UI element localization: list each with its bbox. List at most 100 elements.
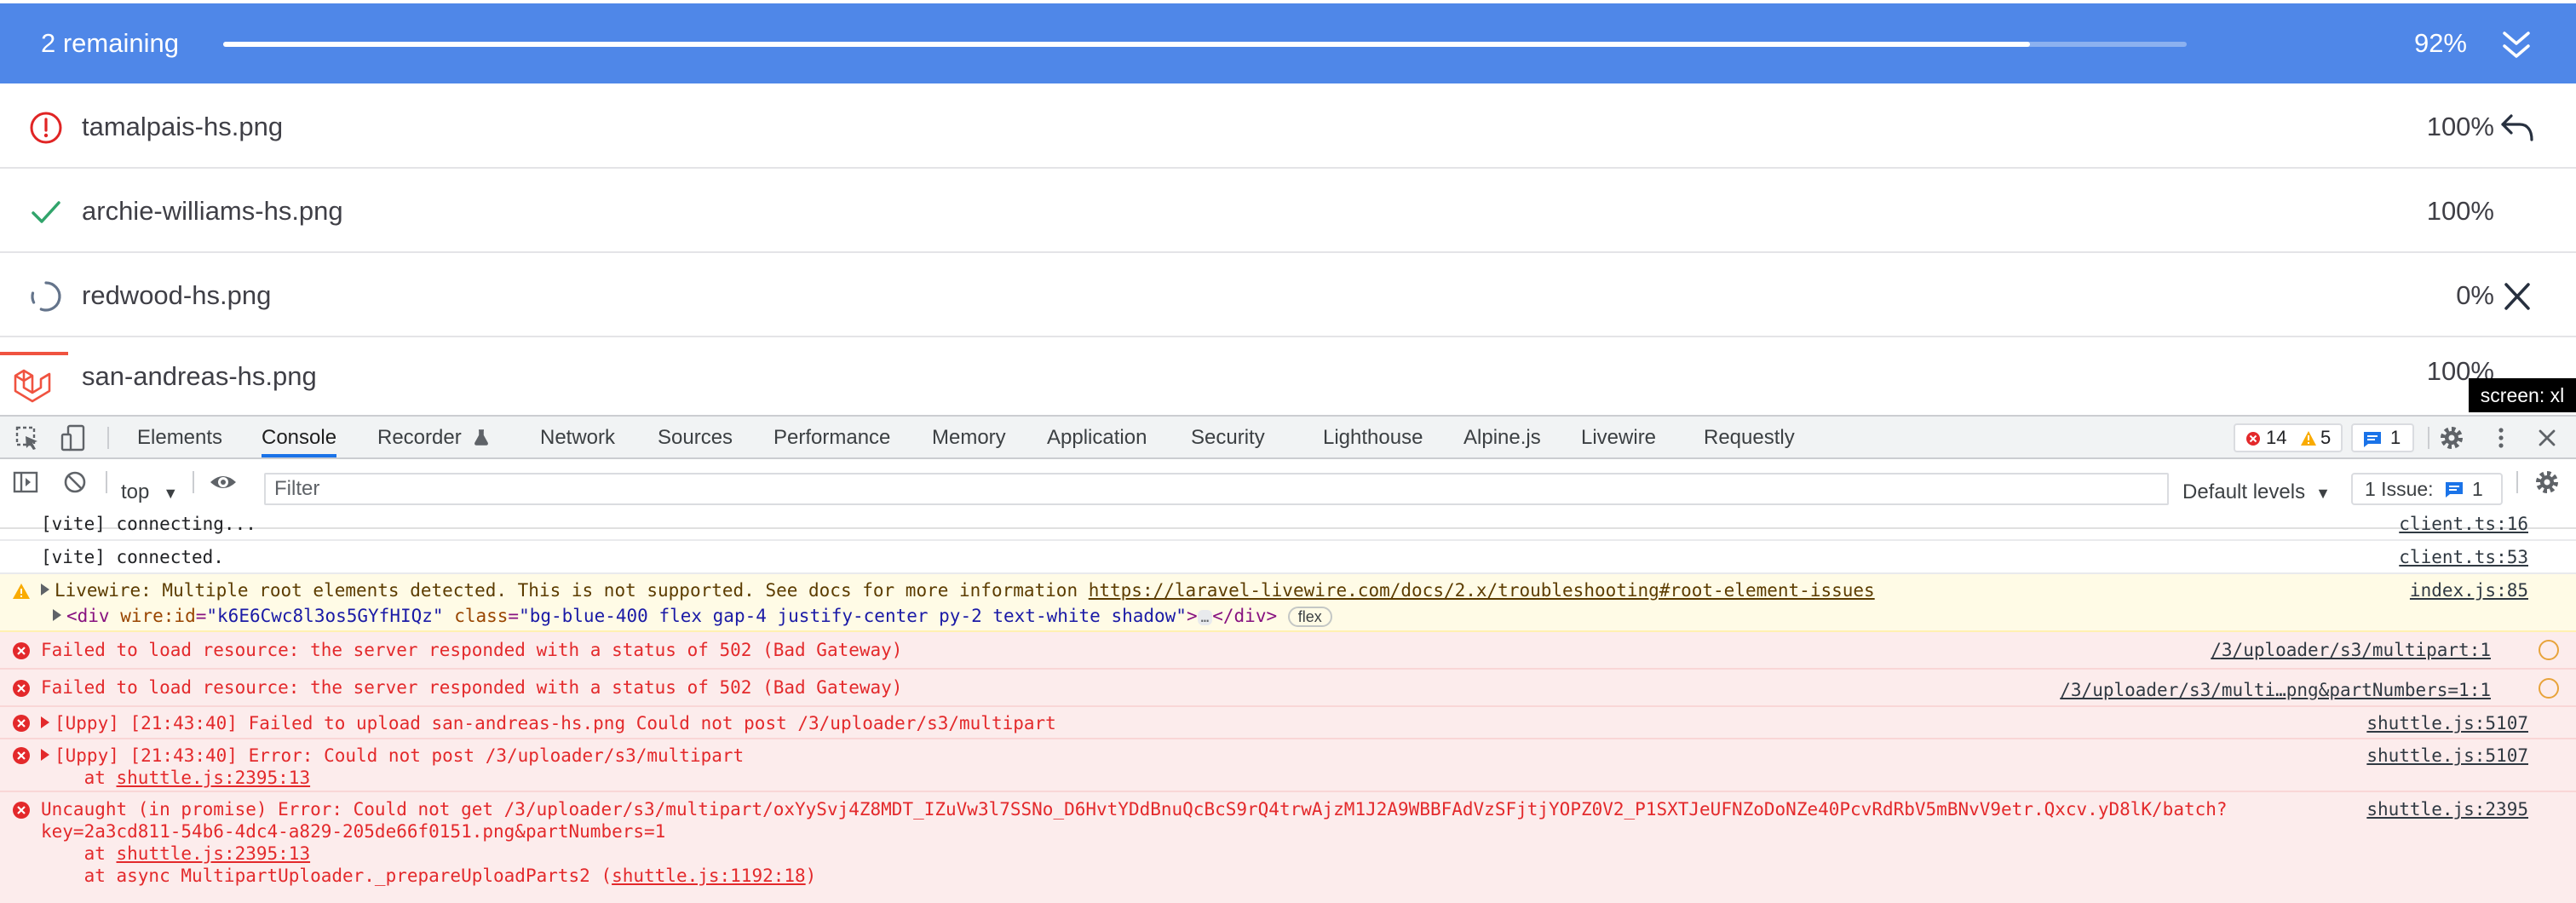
console-error: [Uppy] [21:43:40] Error: Could not post … bbox=[0, 739, 2576, 792]
message-source-link[interactable]: client.ts:16 bbox=[2399, 514, 2528, 534]
issues-label: 1 Issue: bbox=[2365, 478, 2434, 500]
inspect-element-icon[interactable] bbox=[12, 423, 43, 453]
issues-button[interactable]: 1 Issue: 1 bbox=[2351, 473, 2503, 505]
close-devtools-icon[interactable] bbox=[2532, 423, 2562, 453]
toolbar-divider bbox=[107, 427, 109, 449]
file-percent: 100% bbox=[2426, 112, 2494, 141]
overall-progress-bar bbox=[223, 42, 2187, 47]
message-source-link[interactable]: /3/uploader/s3/multipart:1 bbox=[2211, 640, 2491, 660]
network-request-icon[interactable] bbox=[2539, 678, 2559, 699]
issue-message-icon bbox=[2446, 482, 2463, 498]
expand-triangle-icon[interactable] bbox=[41, 716, 49, 728]
tab-recorder[interactable]: Recorder bbox=[377, 417, 489, 459]
message-source-link[interactable]: shuttle.js:5107 bbox=[2366, 713, 2528, 733]
stack-prefix: at bbox=[41, 768, 117, 788]
file-name: san-andreas-hs.png bbox=[82, 361, 317, 391]
toolbar-divider bbox=[2516, 471, 2518, 493]
more-options-icon[interactable] bbox=[2486, 423, 2516, 453]
tab-lighthouse[interactable]: Lighthouse bbox=[1323, 417, 1423, 459]
file-name: tamalpais-hs.png bbox=[82, 112, 284, 141]
tab-memory[interactable]: Memory bbox=[932, 417, 1006, 459]
error-text-line: [Uppy] [21:43:40] Failed to upload san-a… bbox=[41, 713, 1056, 733]
tab-sources[interactable]: Sources bbox=[658, 417, 733, 459]
tab-network[interactable]: Network bbox=[540, 417, 615, 459]
expand-triangle-icon[interactable] bbox=[53, 609, 61, 621]
devtools-tab-bar: Elements Console Recorder Network Source… bbox=[0, 417, 2576, 459]
error-count: 14 bbox=[2266, 427, 2287, 448]
settings-gear-icon[interactable] bbox=[2436, 423, 2467, 453]
clear-console-icon[interactable] bbox=[60, 467, 90, 498]
dom-attr-name: class bbox=[454, 606, 509, 626]
dom-close-tag: </div> bbox=[1212, 606, 1278, 626]
retry-icon[interactable] bbox=[2499, 111, 2535, 145]
dom-open-tag: <div bbox=[66, 606, 121, 626]
stack-link[interactable]: shuttle.js:2395:13 bbox=[117, 843, 311, 864]
flex-badge[interactable]: flex bbox=[1287, 607, 1332, 627]
message-icon bbox=[2364, 432, 2381, 447]
message-text: [vite] connected. bbox=[41, 547, 224, 567]
dropdown-arrow-icon: ▼ bbox=[163, 485, 179, 502]
spinner-icon bbox=[31, 281, 61, 312]
stack-prefix: at bbox=[41, 843, 117, 864]
tab-application[interactable]: Application bbox=[1047, 417, 1147, 459]
message-source-link[interactable]: index.js:85 bbox=[2410, 580, 2528, 601]
warning-message: Livewire: Multiple root elements detecte… bbox=[55, 580, 1089, 601]
tab-requestly[interactable]: Requestly bbox=[1704, 417, 1795, 459]
stack-frame: at shuttle.js:2395:13 bbox=[41, 768, 311, 788]
dom-attr-value: "k6E6Cwc8l3os5GYfHIQz" bbox=[206, 606, 444, 626]
tab-elements[interactable]: Elements bbox=[137, 417, 222, 459]
error-text: [Uppy] [21:43:40] Failed to upload san-a… bbox=[55, 713, 1056, 733]
stack-frame: at shuttle.js:2395:13 bbox=[41, 843, 311, 864]
error-text-line: [Uppy] [21:43:40] Error: Could not post … bbox=[41, 745, 744, 766]
error-icon bbox=[13, 680, 30, 697]
device-toolbar-icon[interactable] bbox=[58, 423, 89, 453]
experiment-flask-icon bbox=[474, 429, 489, 446]
dom-attr-value: "bg-blue-400 flex gap-4 justify-center p… bbox=[519, 606, 1187, 626]
stack-frame: at async MultipartUploader._prepareUploa… bbox=[41, 866, 817, 886]
console-filter-input[interactable] bbox=[264, 473, 2169, 505]
tab-security[interactable]: Security bbox=[1191, 417, 1265, 459]
dom-node-preview[interactable]: <div wire:id="k6E6Cwc8l3os5GYfHIQz" clas… bbox=[53, 606, 1332, 627]
console-error: [Uppy] [21:43:40] Failed to upload san-a… bbox=[0, 707, 2576, 739]
laravel-debugbar-badge[interactable] bbox=[0, 352, 68, 415]
warning-text-line: Livewire: Multiple root elements detecte… bbox=[41, 580, 1875, 601]
stack-link[interactable]: shuttle.js:2395:13 bbox=[117, 768, 311, 788]
file-percent: 0% bbox=[2456, 280, 2494, 310]
context-selector[interactable]: top ▼ bbox=[121, 480, 178, 504]
tab-livewire[interactable]: Livewire bbox=[1581, 417, 1656, 459]
error-icon bbox=[2246, 432, 2260, 446]
console-error: Uncaught (in promise) Error: Could not g… bbox=[0, 792, 2576, 903]
dom-space bbox=[444, 606, 455, 626]
docs-link[interactable]: https://laravel-livewire.com/docs/2.x/tr… bbox=[1089, 580, 1875, 601]
tab-performance[interactable]: Performance bbox=[773, 417, 890, 459]
tab-alpinejs[interactable]: Alpine.js bbox=[1463, 417, 1541, 459]
remaining-count: 2 remaining bbox=[41, 28, 179, 58]
log-levels-dropdown[interactable]: Default levels ▼ bbox=[2182, 480, 2331, 504]
stack-link[interactable]: shuttle.js:1192:18 bbox=[612, 866, 806, 886]
error-icon bbox=[13, 715, 30, 732]
error-text: Failed to load resource: the server resp… bbox=[41, 677, 903, 698]
checkmark-icon bbox=[32, 201, 60, 223]
message-source-link[interactable]: shuttle.js:5107 bbox=[2366, 745, 2528, 766]
network-request-icon[interactable] bbox=[2539, 640, 2559, 660]
tab-console[interactable]: Console bbox=[262, 417, 337, 457]
expand-triangle-icon[interactable] bbox=[41, 749, 49, 761]
message-counter[interactable]: 1 bbox=[2351, 423, 2414, 452]
error-circle-icon bbox=[30, 112, 62, 144]
expand-triangle-icon[interactable] bbox=[41, 584, 49, 595]
collapsed-children-ellipsis[interactable]: … bbox=[1197, 610, 1213, 625]
console-settings-gear-icon[interactable] bbox=[2532, 467, 2562, 498]
error-warning-counter[interactable]: 14 5 bbox=[2234, 423, 2343, 452]
error-text: Uncaught (in promise) Error: Could not g… bbox=[41, 799, 2228, 820]
context-label: top bbox=[121, 480, 150, 503]
message-source-link[interactable]: client.ts:53 bbox=[2399, 547, 2528, 567]
error-text: key=2a3cd811-54b6-4dc4-a829-205de66f0151… bbox=[41, 821, 666, 842]
dom-equals: = bbox=[508, 606, 520, 626]
collapse-chevrons-icon[interactable] bbox=[2499, 30, 2533, 60]
message-source-link[interactable]: /3/uploader/s3/multi…png&partNumbers=1:1 bbox=[2060, 680, 2491, 700]
sidebar-toggle-icon[interactable] bbox=[10, 467, 41, 498]
live-expression-eye-icon[interactable] bbox=[208, 467, 239, 498]
close-icon[interactable] bbox=[2499, 279, 2535, 313]
message-source-link[interactable]: shuttle.js:2395 bbox=[2366, 799, 2528, 820]
laravel-logo-icon bbox=[14, 369, 51, 403]
